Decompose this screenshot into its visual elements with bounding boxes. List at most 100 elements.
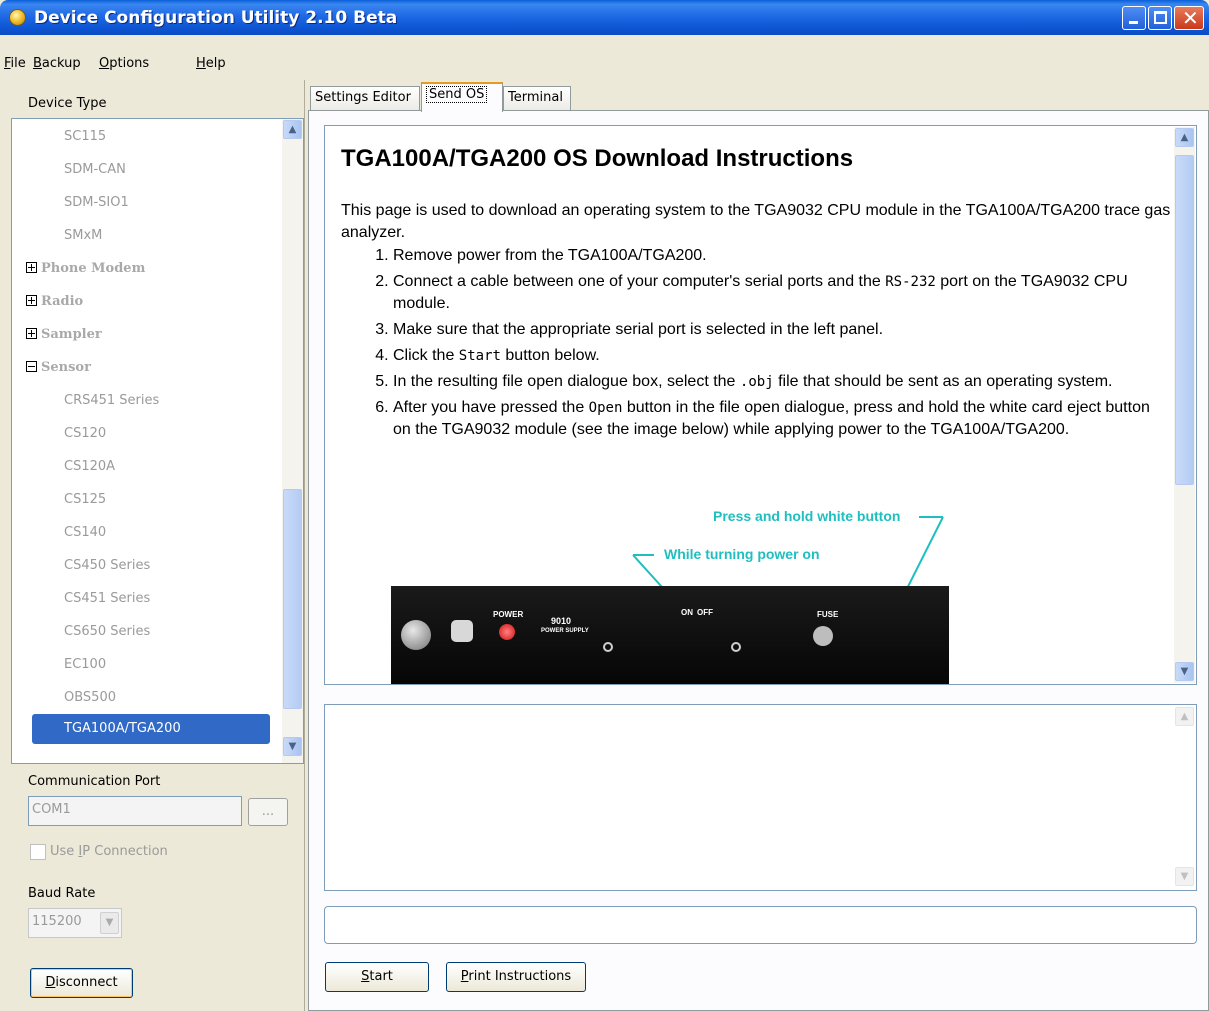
panel-label-off: OFF [697, 608, 713, 617]
panel-label-fuse: FUSE [817, 610, 839, 619]
panel-screw [603, 642, 613, 652]
title-bar[interactable]: Device Configuration Utility 2.10 Beta ✕ [0, 0, 1209, 35]
tree-item-label: TGA100A/TGA200 [64, 721, 181, 736]
panel-label-model: 9010 [551, 616, 572, 626]
tree-item[interactable]: TGA100A/TGA200 [32, 714, 270, 744]
device-tree[interactable]: SC115 SDM-CAN SDM-SIO1 SMxM Phone Modem Radio… [11, 118, 304, 764]
minimize-icon [1129, 21, 1138, 24]
tree-item[interactable]: SMxM [12, 221, 102, 251]
tree-item[interactable]: CRS451 Series [12, 386, 159, 416]
tree-item-label: SMxM [64, 228, 103, 243]
log-scrollbar[interactable]: ▲ ▼ [1174, 706, 1195, 889]
comm-port-label: Communication Port [28, 774, 161, 789]
tree-item-label: Sampler [41, 327, 102, 342]
scroll-down-icon[interactable]: ▼ [1175, 662, 1194, 681]
tree-item[interactable]: CS450 Series [12, 551, 150, 581]
tree-item-label: SDM-CAN [64, 162, 126, 177]
instructions-viewer[interactable]: TGA100A/TGA200 OS Download Instructions … [324, 125, 1197, 685]
tree-item[interactable]: CS650 Series [12, 617, 150, 647]
instructions-title: TGA100A/TGA200 OS Download Instructions [341, 145, 854, 172]
instruction-step: Click the Start button below. [393, 345, 1171, 367]
expand-icon[interactable] [26, 262, 37, 273]
comm-port-field[interactable]: COM1 [28, 796, 242, 826]
use-ip-label: Use IP Connection [50, 844, 168, 859]
tab-send-os-label: Send OS [426, 86, 488, 103]
tree-item-label: CS140 [64, 525, 107, 540]
print-instructions-button[interactable]: Print Instructions [446, 962, 586, 992]
code-text: Open [588, 400, 623, 416]
tree-item[interactable]: Phone Modem [12, 254, 145, 284]
device-type-label: Device Type [28, 96, 107, 111]
tab-send-os[interactable]: Send OS [421, 82, 503, 112]
instruction-step: Remove power from the TGA100A/TGA200. [393, 245, 1171, 267]
tree-item[interactable]: Radio [12, 287, 83, 317]
tree-item[interactable]: OBS500 [12, 683, 116, 713]
output-log[interactable]: ▲ ▼ [324, 704, 1197, 891]
start-button[interactable]: Start [325, 962, 429, 992]
tree-item[interactable]: SC115 [12, 122, 106, 152]
maximize-button[interactable] [1148, 6, 1172, 30]
tree-item[interactable]: CS125 [12, 485, 106, 515]
tab-settings-editor[interactable]: Settings Editor [310, 86, 420, 110]
panel-plug [451, 620, 473, 642]
tree-item-label: EC100 [64, 657, 107, 672]
expand-icon[interactable] [26, 328, 37, 339]
code-text: RS-232 [885, 274, 936, 290]
tree-item-label: Radio [41, 294, 84, 309]
menu-file[interactable]: File [4, 56, 26, 71]
disconnect-button[interactable]: Disconnect [30, 968, 133, 998]
tree-item-label: CRS451 Series [64, 393, 160, 408]
menu-backup[interactable]: Backup [33, 56, 81, 71]
minimize-button[interactable] [1122, 6, 1146, 30]
instructions-scrollbar[interactable]: ▲ ▼ [1174, 127, 1195, 683]
tree-item-label: SDM-SIO1 [64, 195, 129, 210]
instruction-step: In the resulting file open dialogue box,… [393, 371, 1171, 393]
tree-item[interactable]: CS120A [12, 452, 115, 482]
tree-item[interactable]: SDM-SIO1 [12, 188, 129, 218]
scroll-down-icon[interactable]: ▼ [1175, 867, 1194, 886]
tree-item[interactable]: EC100 [12, 650, 106, 680]
tree-item-label: CS125 [64, 492, 107, 507]
menu-options[interactable]: Options [99, 56, 149, 71]
use-ip-checkbox[interactable] [30, 844, 46, 860]
app-icon [9, 9, 26, 26]
tab-terminal[interactable]: Terminal [503, 86, 571, 110]
scroll-down-icon[interactable]: ▼ [283, 737, 302, 756]
instructions-scroll-thumb[interactable] [1175, 155, 1194, 485]
expand-icon[interactable] [26, 295, 37, 306]
panel-knob [401, 620, 431, 650]
module-figure: Press and hold white button While turnin… [391, 508, 961, 684]
instructions-steps: Remove power from the TGA100A/TGA200. Con… [393, 245, 1171, 441]
scroll-up-icon[interactable]: ▲ [1175, 128, 1194, 147]
window-title: Device Configuration Utility 2.10 Beta [34, 8, 398, 28]
panel-screw [731, 642, 741, 652]
tree-item-label: OBS500 [64, 690, 116, 705]
scroll-up-icon[interactable]: ▲ [283, 120, 302, 139]
tree-item[interactable]: CS140 [12, 518, 106, 548]
tree-item[interactable]: CS120 [12, 419, 106, 449]
power-supply-photo: POWER 9010 POWER SUPPLY ON OFF FUSE [391, 586, 949, 684]
tree-item[interactable]: Sensor [12, 353, 91, 383]
tree-item-label: CS650 Series [64, 624, 151, 639]
panel-splitter[interactable] [304, 80, 306, 1011]
collapse-icon[interactable] [26, 361, 37, 372]
menu-help[interactable]: Help [196, 56, 226, 71]
tree-item-label: CS120 [64, 426, 107, 441]
tree-item[interactable]: Sampler [12, 320, 102, 350]
tree-item[interactable]: CS451 Series [12, 584, 150, 614]
baud-rate-label: Baud Rate [28, 886, 96, 901]
scroll-up-icon[interactable]: ▲ [1175, 707, 1194, 726]
browse-port-button[interactable]: ... [248, 798, 288, 826]
tree-item[interactable]: SDM-CAN [12, 155, 126, 185]
power-led [499, 624, 515, 640]
maximize-icon [1154, 11, 1167, 24]
chevron-down-icon[interactable]: ▼ [100, 912, 119, 934]
close-button[interactable]: ✕ [1174, 6, 1204, 30]
code-text: .obj [739, 374, 774, 390]
tree-scroll-thumb[interactable] [283, 489, 302, 709]
tree-scrollbar[interactable]: ▲ ▼ [282, 119, 303, 763]
baud-rate-select[interactable]: 115200 ▼ [28, 908, 122, 938]
instruction-step: Connect a cable between one of your comp… [393, 271, 1171, 315]
baud-rate-value: 115200 [32, 914, 82, 929]
tree-item-label: CS451 Series [64, 591, 151, 606]
